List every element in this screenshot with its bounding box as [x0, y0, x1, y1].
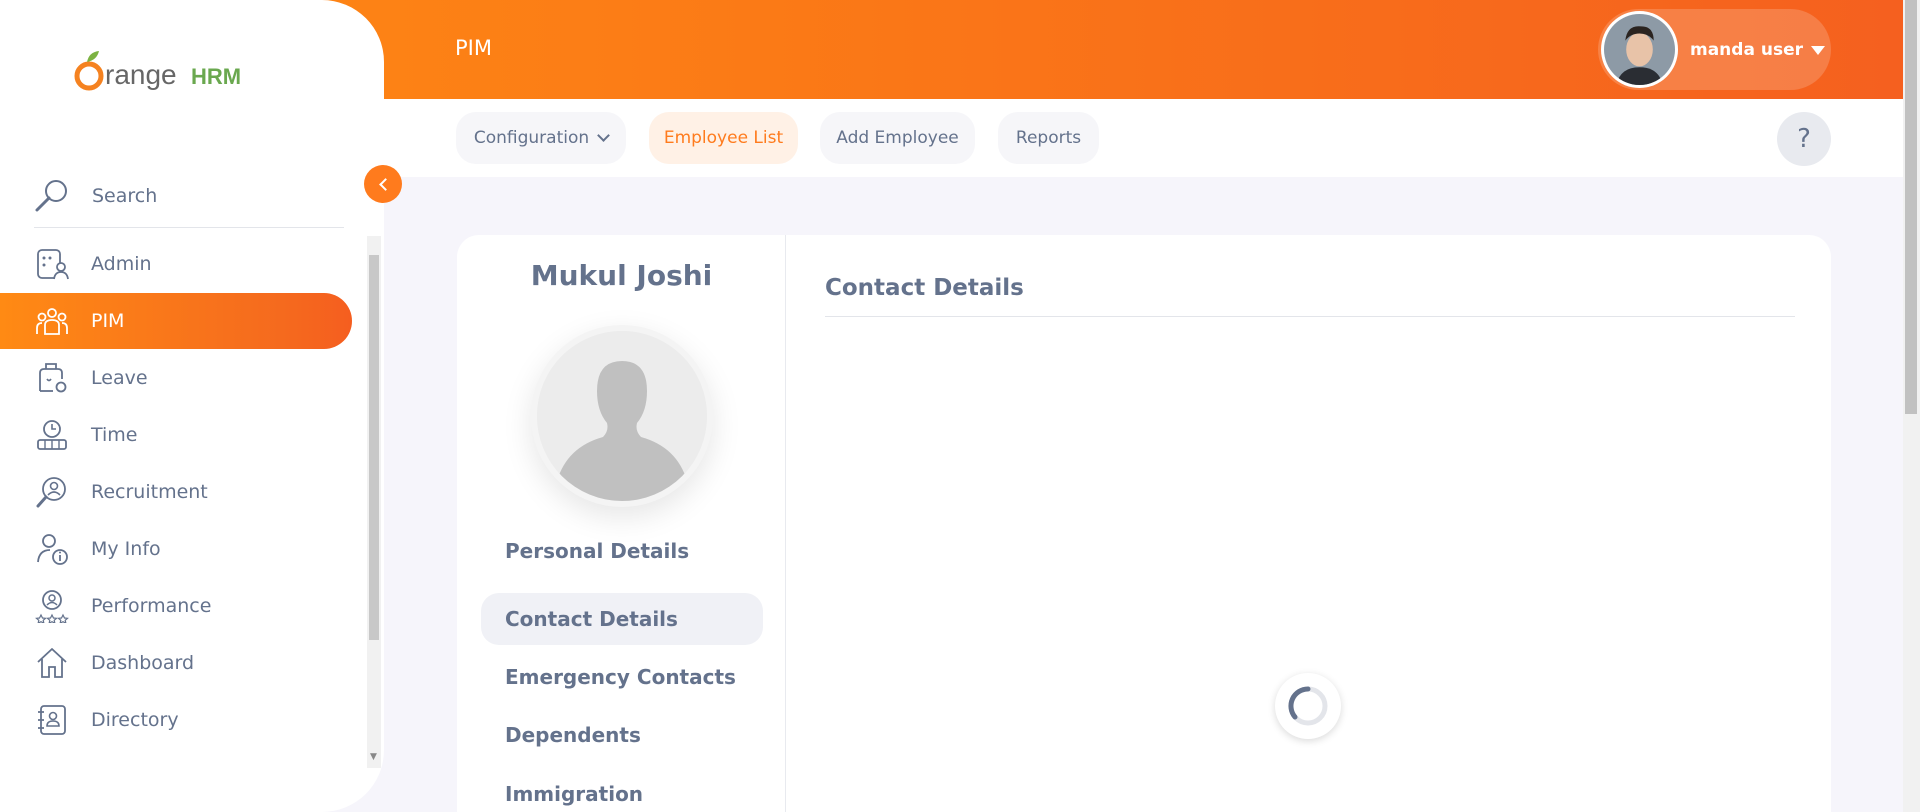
time-icon: [35, 418, 69, 452]
admin-icon: [35, 247, 69, 281]
top-nav-bar: Configuration Employee List Add Employee…: [384, 99, 1903, 177]
search-label: Search: [92, 184, 158, 207]
recruitment-icon: [35, 475, 69, 509]
tab-immigration[interactable]: Immigration: [481, 768, 763, 812]
nav-add-employee-label: Add Employee: [836, 128, 959, 148]
nav-configuration[interactable]: Configuration: [456, 112, 626, 164]
performance-icon: [35, 589, 69, 623]
scroll-down-icon[interactable]: ▼: [370, 752, 377, 762]
sidebar-item-dashboard[interactable]: Dashboard: [0, 635, 352, 691]
employee-card: Mukul Joshi Personal Details Contact Det…: [457, 235, 1831, 812]
user-dropdown[interactable]: manda user: [1598, 9, 1831, 90]
section-divider: [825, 316, 1795, 317]
sidebar-item-leave[interactable]: Leave: [0, 350, 352, 406]
tab-personal-details[interactable]: Personal Details: [481, 525, 763, 577]
brand-hrm: HRM: [191, 64, 241, 89]
user-avatar: [1601, 11, 1678, 88]
page-scroll-thumb[interactable]: [1905, 0, 1917, 414]
chevron-left-icon: [378, 177, 392, 191]
sidebar-item-recruitment[interactable]: Recruitment: [0, 464, 352, 520]
orangehrm-logo: range HRM: [73, 46, 253, 102]
help-button[interactable]: ?: [1777, 112, 1831, 166]
sidebar-scroll-thumb[interactable]: [369, 255, 379, 640]
sidebar-item-label: Leave: [91, 367, 148, 389]
tab-dependents[interactable]: Dependents: [481, 709, 763, 761]
sidebar-item-pim[interactable]: PIM: [0, 293, 352, 349]
loading-spinner-icon: [1275, 673, 1341, 739]
nav-employee-list-label: Employee List: [663, 128, 784, 148]
sidebar-item-directory[interactable]: Directory: [0, 692, 352, 748]
sidebar-collapse-button[interactable]: [364, 165, 402, 203]
sidebar-item-label: My Info: [91, 538, 161, 560]
sidebar-item-label: Admin: [91, 253, 152, 275]
sidebar-item-label: Time: [91, 424, 138, 446]
nav-add-employee[interactable]: Add Employee: [820, 112, 975, 164]
sidebar-item-label: Dashboard: [91, 652, 195, 674]
pim-icon: [35, 304, 69, 338]
avatar-placeholder-icon: [537, 331, 707, 501]
sidebar-item-my-info[interactable]: My Info: [0, 521, 352, 577]
directory-icon: [35, 703, 69, 737]
sidebar-item-admin[interactable]: Admin: [0, 236, 352, 292]
nav-configuration-label: Configuration: [473, 128, 590, 148]
my-info-icon: [35, 532, 69, 566]
caret-down-icon: [1810, 46, 1825, 55]
leave-icon: [35, 361, 69, 395]
nav-reports-label: Reports: [1015, 128, 1082, 148]
sidebar-item-label: PIM: [91, 310, 125, 332]
sidebar-item-label: Performance: [91, 595, 212, 617]
brand-text: range: [105, 59, 177, 90]
module-title: PIM: [455, 36, 492, 60]
sidebar-item-label: Directory: [91, 709, 179, 731]
search-icon: [35, 179, 67, 211]
sidebar-item-label: Recruitment: [91, 481, 208, 503]
chevron-down-icon: [597, 129, 611, 142]
nav-employee-list[interactable]: Employee List: [649, 112, 798, 164]
section-title: Contact Details: [825, 275, 1024, 301]
sidebar-search[interactable]: Search: [34, 164, 344, 228]
sidebar-item-time[interactable]: Time: [0, 407, 352, 463]
nav-reports[interactable]: Reports: [998, 112, 1099, 164]
sidebar-item-performance[interactable]: Performance: [0, 578, 352, 634]
employee-name: Mukul Joshi: [530, 259, 713, 292]
tab-emergency-contacts[interactable]: Emergency Contacts: [481, 651, 763, 703]
user-name: manda user: [1690, 39, 1803, 60]
profile-column: Mukul Joshi Personal Details Contact Det…: [457, 235, 786, 812]
sidebar: range HRM Search Admin PIM Leave Time Re…: [0, 0, 384, 812]
employee-photo[interactable]: [531, 325, 713, 507]
dashboard-icon: [35, 646, 69, 680]
tab-contact-details[interactable]: Contact Details: [481, 593, 763, 645]
